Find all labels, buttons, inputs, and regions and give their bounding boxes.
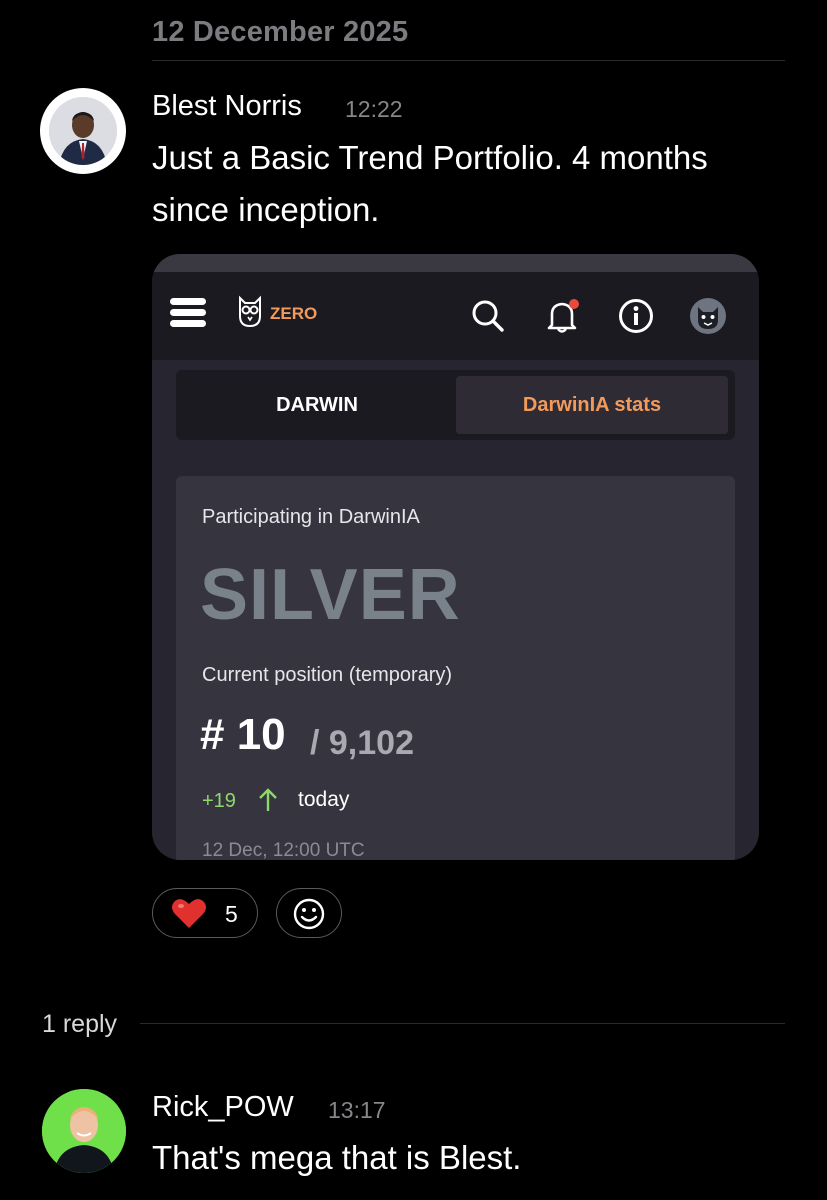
position-label: Current position (temporary): [202, 664, 453, 686]
participating-label: Participating in DarwinIA: [202, 506, 420, 528]
heart-icon: [172, 899, 206, 928]
divider: [152, 60, 785, 61]
date-header: 12 December 2025: [152, 16, 409, 48]
reaction-count: 5: [225, 901, 238, 927]
image-top-strip: [152, 254, 759, 272]
add-reaction-icon: [293, 898, 325, 930]
person-avatar-icon: [42, 1089, 126, 1173]
message-text-line-1: Just a Basic Trend Portfolio. 4 months: [152, 139, 708, 176]
stats-card: Participating in DarwinIA SILVER Current…: [176, 476, 735, 860]
owl-logo-icon: [239, 295, 261, 328]
rank-value: # 10: [200, 710, 286, 759]
attached-image[interactable]: ZERO DARWIN DarwinIA stats Participating…: [152, 254, 759, 860]
avatar-icon: [690, 298, 726, 334]
delta-period: today: [298, 788, 350, 811]
bell-icon: [547, 299, 579, 333]
author-avatar[interactable]: [40, 88, 126, 174]
author-name[interactable]: Blest Norris: [152, 90, 302, 123]
rank-delta: +19: [202, 790, 236, 812]
reply-text: That's mega that is Blest.: [152, 1139, 522, 1176]
reply-author-avatar[interactable]: [42, 1089, 126, 1173]
tier-label: SILVER: [200, 555, 461, 635]
info-icon: [619, 299, 653, 333]
search-icon: [472, 300, 504, 332]
reply-time: 13:17: [328, 1097, 386, 1123]
tab-darwin[interactable]: DARWIN: [182, 376, 452, 434]
reply-count-link[interactable]: 1 reply: [42, 1010, 117, 1039]
reply-author-name[interactable]: Rick_POW: [152, 1091, 294, 1124]
reaction-heart-button[interactable]: 5: [152, 888, 258, 938]
app-bar: ZERO: [152, 272, 759, 360]
tab-darwinia-stats[interactable]: DarwinIA stats: [456, 376, 728, 434]
add-reaction-button[interactable]: [276, 888, 342, 938]
brand-label: ZERO: [270, 304, 318, 323]
rank-total: / 9,102: [310, 724, 414, 762]
divider: [140, 1023, 785, 1024]
person-avatar-icon: [49, 97, 117, 165]
menu-icon: [170, 298, 206, 334]
updated-timestamp: 12 Dec, 12:00 UTC: [202, 840, 365, 860]
message-text-line-2: since inception.: [152, 191, 380, 228]
arrow-up-icon: [259, 788, 277, 811]
tab-bar: DARWIN DarwinIA stats: [176, 370, 735, 440]
message-time: 12:22: [345, 96, 403, 122]
